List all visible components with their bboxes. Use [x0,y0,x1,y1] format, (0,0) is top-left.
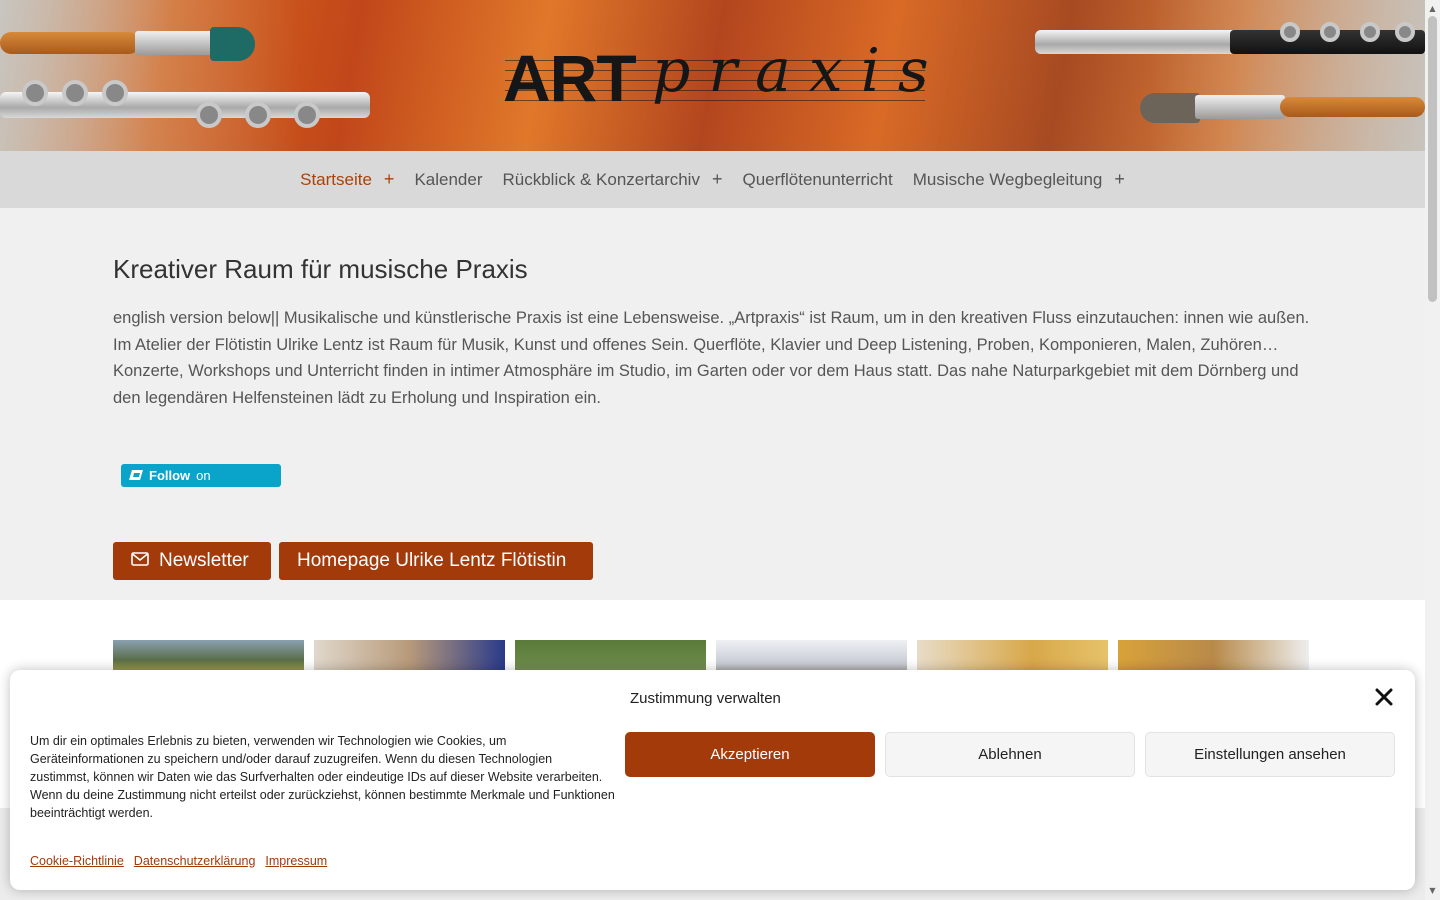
header-banner: ART praxis [0,0,1425,151]
brush-ferrule [135,31,215,55]
scroll-up-icon[interactable]: ▲ [1425,2,1440,16]
plus-icon[interactable]: + [712,169,723,190]
brush-hair [210,27,255,61]
flute-key [245,102,271,128]
accept-button[interactable]: Akzeptieren [625,732,875,777]
brush-handle [0,32,140,54]
intro-section: Kreativer Raum für musische Praxis engli… [0,208,1425,600]
main-nav: Startseite + Kalender Rückblick & Konzer… [0,151,1425,208]
flute-key [1320,22,1340,42]
view-settings-button[interactable]: Einstellungen ansehen [1145,732,1395,777]
flute-key [62,80,88,106]
scrollbar-thumb[interactable] [1428,16,1437,302]
imprint-link[interactable]: Impressum [265,854,327,868]
nav-item-label: Querflötenunterricht [742,169,893,189]
newsletter-button[interactable]: Newsletter [113,542,271,580]
nav-item-label: Startseite [300,169,372,189]
privacy-policy-link[interactable]: Datenschutzerklärung [134,854,256,868]
plus-icon[interactable]: + [384,169,395,190]
plus-icon[interactable]: + [1114,169,1125,190]
logo-praxis[interactable]: praxis [652,36,947,106]
nav-item-label: Kalender [414,169,483,189]
flute-key [294,102,320,128]
page-title: Kreativer Raum für musische Praxis [113,254,528,284]
newsletter-label: Newsletter [159,550,249,571]
nav-item-startseite[interactable]: Startseite + [300,169,394,190]
banner-texture [0,0,300,151]
intro-text: english version below|| Musikalische und… [113,309,1310,407]
nav-item-rueckblick[interactable]: Rückblick & Konzertarchiv + [503,169,723,190]
flute-key [102,80,128,106]
nav-item-querfloetenunterricht[interactable]: Querflötenunterricht [742,170,892,190]
brush-hair [1140,93,1200,123]
homepage-label: Homepage Ulrike Lentz Flötistin [297,550,567,571]
brush-ferrule [1195,95,1285,119]
homepage-button[interactable]: Homepage Ulrike Lentz Flötistin [279,542,593,580]
cookie-links: Cookie-Richtlinie Datenschutzerklärung I… [30,854,327,868]
follow-suffix: on [196,468,211,483]
nav-item-kalender[interactable]: Kalender [414,170,482,190]
flute-key [22,80,48,106]
cookie-title: Zustimmung verwalten [630,690,781,707]
follow-label: Follow [149,468,191,483]
logo-art[interactable]: ART [503,40,637,116]
cookie-consent-dialog: Zustimmung verwalten Um dir ein optimale… [10,670,1415,890]
flute-key [196,102,222,128]
flute-key [1395,22,1415,42]
close-icon[interactable] [1375,684,1393,712]
cookie-text: Um dir ein optimales Erlebnis zu bieten,… [30,734,615,820]
mail-icon [131,550,149,572]
nav-item-musische-wegbegleitung[interactable]: Musische Wegbegleitung + [913,169,1125,190]
nav-item-label: Rückblick & Konzertarchiv [502,169,700,189]
nav-item-label: Musische Wegbegleitung [912,169,1103,189]
scroll-down-icon[interactable]: ▼ [1425,884,1440,898]
cookie-policy-link[interactable]: Cookie-Richtlinie [30,854,124,868]
follow-icon [129,468,143,483]
deny-button[interactable]: Ablehnen [885,732,1135,777]
brush-handle [1280,97,1425,117]
flute-key [1360,22,1380,42]
follow-button[interactable]: Follow on [121,464,281,487]
flute-key [1280,22,1300,42]
